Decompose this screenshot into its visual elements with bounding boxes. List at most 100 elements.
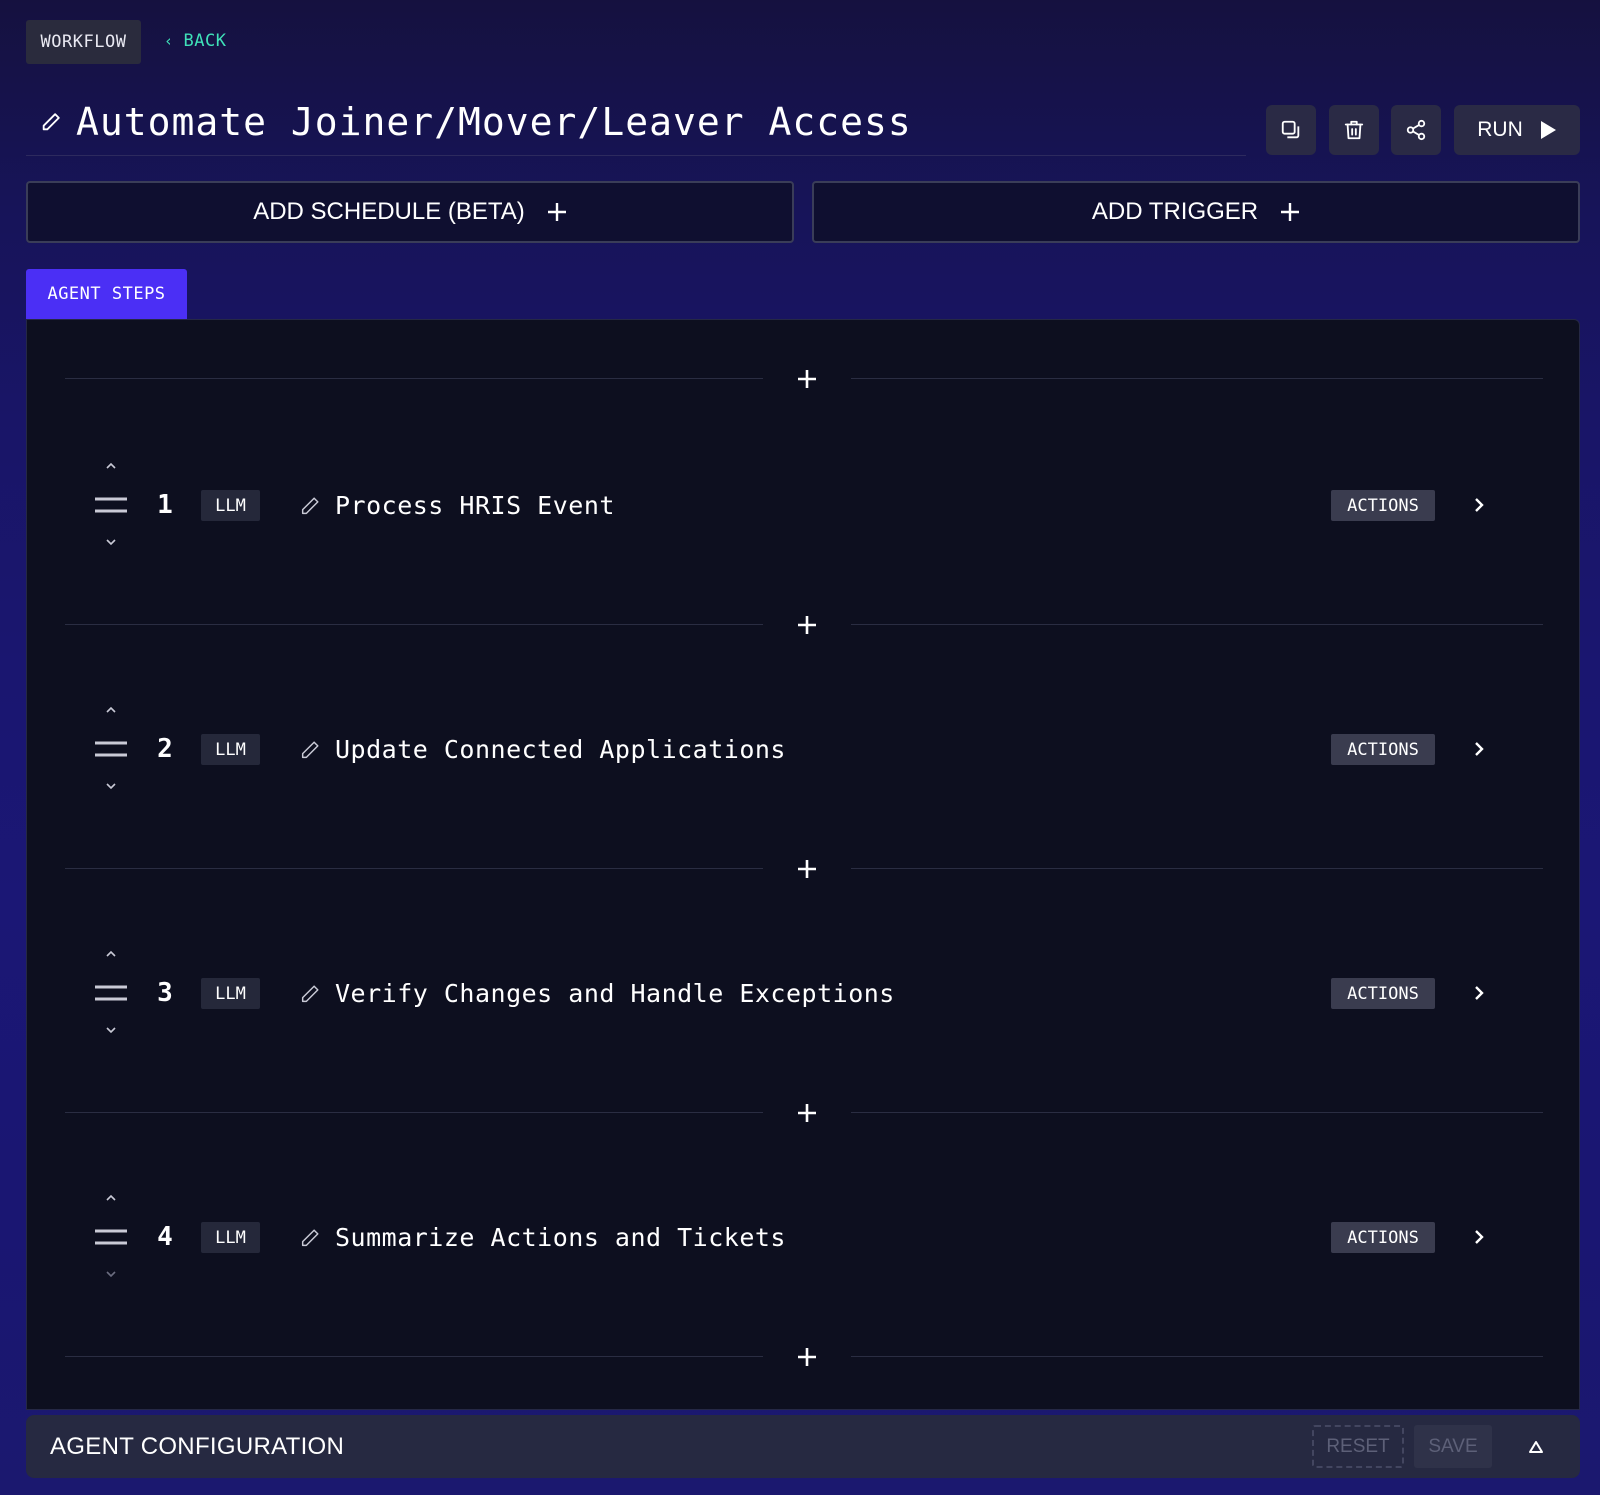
insert-step-divider [65, 364, 1543, 394]
add-trigger-button[interactable]: ADD TRIGGER [812, 181, 1580, 243]
drag-handle-icon[interactable] [95, 983, 127, 1003]
step-row[interactable]: 1 LLM Process HRIS Event ACTIONS [27, 460, 1579, 550]
divider-line [65, 624, 763, 625]
insert-step-divider [65, 854, 1543, 884]
insert-step-divider [65, 1098, 1543, 1128]
add-schedule-label: ADD SCHEDULE (BETA) [253, 198, 525, 225]
reorder-controls [91, 948, 131, 1038]
insert-step-button[interactable] [787, 364, 827, 394]
back-label: BACK [183, 31, 227, 51]
step-type-badge: LLM [201, 734, 260, 765]
reorder-controls [91, 704, 131, 794]
pencil-icon[interactable] [299, 1227, 321, 1249]
reorder-controls [91, 460, 131, 550]
step-number: 2 [157, 734, 173, 764]
add-schedule-button[interactable]: ADD SCHEDULE (BETA) [26, 181, 794, 243]
move-down-icon[interactable] [103, 1268, 119, 1280]
move-down-icon[interactable] [103, 536, 119, 548]
duplicate-button[interactable] [1266, 105, 1316, 155]
copy-icon [1281, 120, 1300, 139]
expand-step-button[interactable] [1467, 493, 1491, 517]
divider-line [65, 1356, 763, 1357]
step-title: Update Connected Applications [335, 734, 786, 764]
step-title: Process HRIS Event [335, 490, 615, 520]
insert-step-button[interactable] [787, 1342, 827, 1372]
pencil-icon[interactable] [40, 111, 62, 133]
step-number: 3 [157, 978, 173, 1008]
agent-steps-panel: 1 LLM Process HRIS Event ACTIONS 2 LLM U… [26, 319, 1580, 1410]
share-icon [1406, 119, 1426, 141]
expand-config-button[interactable] [1524, 1435, 1548, 1459]
run-label: RUN [1477, 118, 1523, 141]
step-number: 1 [157, 490, 173, 520]
actions-button[interactable]: ACTIONS [1331, 978, 1435, 1009]
step-title: Summarize Actions and Tickets [335, 1222, 786, 1252]
step-type-badge: LLM [201, 490, 260, 521]
pencil-icon[interactable] [299, 495, 321, 517]
insert-step-button[interactable] [787, 1098, 827, 1128]
reorder-controls [91, 1192, 131, 1282]
step-row[interactable]: 4 LLM Summarize Actions and Tickets ACTI… [27, 1192, 1579, 1282]
expand-step-button[interactable] [1467, 737, 1491, 761]
divider-line [851, 624, 1543, 625]
move-down-icon[interactable] [103, 1024, 119, 1036]
chevron-right-icon [1475, 742, 1484, 756]
actions-button[interactable]: ACTIONS [1331, 1222, 1435, 1253]
workflow-tag: WORKFLOW [26, 20, 141, 64]
plus-icon [1281, 203, 1300, 221]
pencil-icon[interactable] [299, 983, 321, 1005]
insert-step-divider [65, 1342, 1543, 1372]
move-up-icon[interactable] [103, 1192, 119, 1204]
move-up-icon[interactable] [103, 704, 119, 716]
chevron-left-icon: ‹ [164, 32, 174, 50]
plus-icon [547, 203, 566, 221]
plus-icon [798, 1348, 816, 1366]
insert-step-button[interactable] [787, 854, 827, 884]
workflow-title-row[interactable]: Automate Joiner/Mover/Leaver Access [26, 88, 1246, 156]
move-up-icon[interactable] [103, 948, 119, 960]
divider-line [65, 378, 763, 379]
chevron-right-icon [1475, 498, 1484, 512]
divider-line [65, 868, 763, 869]
delete-button[interactable] [1329, 105, 1379, 155]
page-title: Automate Joiner/Mover/Leaver Access [76, 99, 912, 144]
back-link[interactable]: ‹ BACK [164, 29, 226, 53]
step-row[interactable]: 3 LLM Verify Changes and Handle Exceptio… [27, 948, 1579, 1038]
triangle-up-icon [1529, 1441, 1543, 1453]
play-icon [1540, 121, 1556, 139]
divider-line [851, 378, 1543, 379]
divider-line [851, 1112, 1543, 1113]
move-up-icon[interactable] [103, 460, 119, 472]
agent-configuration-bar[interactable]: AGENT CONFIGURATION RESET SAVE [26, 1415, 1580, 1478]
trash-icon [1344, 120, 1364, 140]
insert-step-divider [65, 610, 1543, 640]
agent-configuration-title: AGENT CONFIGURATION [50, 1433, 345, 1460]
step-type-badge: LLM [201, 978, 260, 1009]
move-down-icon[interactable] [103, 780, 119, 792]
chevron-right-icon [1475, 986, 1484, 1000]
divider-line [851, 868, 1543, 869]
chevron-right-icon [1475, 1230, 1484, 1244]
divider-line [851, 1356, 1543, 1357]
actions-button[interactable]: ACTIONS [1331, 490, 1435, 521]
step-row[interactable]: 2 LLM Update Connected Applications ACTI… [27, 704, 1579, 794]
share-button[interactable] [1391, 105, 1441, 155]
run-button[interactable]: RUN [1454, 105, 1580, 155]
expand-step-button[interactable] [1467, 1225, 1491, 1249]
plus-icon [798, 860, 816, 878]
plus-icon [798, 616, 816, 634]
step-title: Verify Changes and Handle Exceptions [335, 978, 895, 1008]
add-trigger-label: ADD TRIGGER [1091, 198, 1259, 225]
tab-agent-steps[interactable]: AGENT STEPS [26, 269, 187, 319]
actions-button[interactable]: ACTIONS [1331, 734, 1435, 765]
reset-button[interactable]: RESET [1312, 1425, 1404, 1468]
pencil-icon[interactable] [299, 739, 321, 761]
drag-handle-icon[interactable] [95, 1227, 127, 1247]
save-button[interactable]: SAVE [1414, 1425, 1492, 1468]
insert-step-button[interactable] [787, 610, 827, 640]
step-type-badge: LLM [201, 1222, 260, 1253]
drag-handle-icon[interactable] [95, 495, 127, 515]
step-number: 4 [157, 1222, 173, 1252]
expand-step-button[interactable] [1467, 981, 1491, 1005]
drag-handle-icon[interactable] [95, 739, 127, 759]
